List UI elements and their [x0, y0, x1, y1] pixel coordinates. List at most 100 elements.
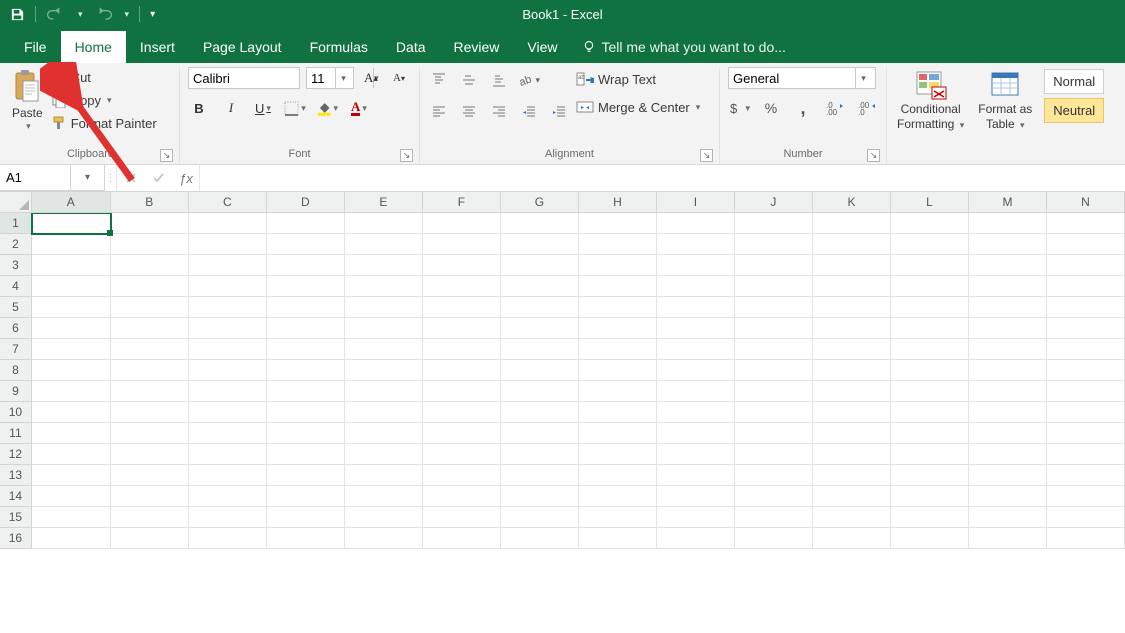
- tab-page-layout[interactable]: Page Layout: [189, 31, 296, 63]
- cell[interactable]: [579, 339, 657, 360]
- cell[interactable]: [345, 234, 423, 255]
- accounting-format-button[interactable]: $▾: [728, 97, 750, 119]
- cell[interactable]: [189, 528, 267, 549]
- cell[interactable]: [501, 402, 579, 423]
- style-neutral[interactable]: Neutral: [1044, 98, 1104, 123]
- cell[interactable]: [969, 486, 1047, 507]
- cell[interactable]: [501, 234, 579, 255]
- cell[interactable]: [111, 381, 189, 402]
- cell[interactable]: [345, 402, 423, 423]
- cell[interactable]: [345, 423, 423, 444]
- cell[interactable]: [1047, 213, 1125, 234]
- cell[interactable]: [111, 213, 189, 234]
- cell[interactable]: [735, 339, 813, 360]
- cell[interactable]: [32, 339, 111, 360]
- enter-formula-button[interactable]: [145, 165, 173, 191]
- cell[interactable]: [969, 276, 1047, 297]
- cell[interactable]: [813, 255, 891, 276]
- tab-formulas[interactable]: Formulas: [296, 31, 382, 63]
- chevron-down-icon[interactable]: ▾: [335, 68, 351, 88]
- cell[interactable]: [111, 402, 189, 423]
- cell[interactable]: [189, 318, 267, 339]
- cell[interactable]: [501, 507, 579, 528]
- name-box[interactable]: ▾: [0, 165, 105, 191]
- cell[interactable]: [111, 318, 189, 339]
- row-header[interactable]: 12: [0, 444, 32, 465]
- cell[interactable]: [891, 339, 969, 360]
- font-name-combo[interactable]: ▾: [188, 67, 300, 89]
- cell[interactable]: [501, 339, 579, 360]
- cell[interactable]: [1047, 381, 1125, 402]
- cell[interactable]: [1047, 318, 1125, 339]
- cell[interactable]: [969, 423, 1047, 444]
- cell[interactable]: [501, 465, 579, 486]
- cell[interactable]: [657, 318, 735, 339]
- cell[interactable]: [735, 297, 813, 318]
- cell[interactable]: [189, 297, 267, 318]
- cell[interactable]: [813, 465, 891, 486]
- row-header[interactable]: 7: [0, 339, 32, 360]
- cell[interactable]: [501, 297, 579, 318]
- italic-button[interactable]: I: [220, 97, 242, 119]
- cell[interactable]: [579, 360, 657, 381]
- row-header[interactable]: 5: [0, 297, 32, 318]
- cell[interactable]: [189, 213, 267, 234]
- cell[interactable]: [579, 213, 657, 234]
- cell[interactable]: [579, 234, 657, 255]
- cell[interactable]: [891, 297, 969, 318]
- cell[interactable]: [32, 381, 111, 402]
- cell[interactable]: [891, 486, 969, 507]
- cell[interactable]: [891, 402, 969, 423]
- column-header[interactable]: E: [345, 192, 423, 213]
- cell[interactable]: [891, 423, 969, 444]
- wrap-text-button[interactable]: ab Wrap Text: [576, 69, 700, 89]
- cell[interactable]: [111, 255, 189, 276]
- cell[interactable]: [501, 423, 579, 444]
- cell[interactable]: [111, 507, 189, 528]
- cell[interactable]: [735, 444, 813, 465]
- customize-qat-icon[interactable]: ▾: [150, 9, 155, 20]
- cell[interactable]: [189, 423, 267, 444]
- formula-bar-grip[interactable]: ⋮: [105, 165, 117, 191]
- cell[interactable]: [189, 234, 267, 255]
- cell[interactable]: [579, 444, 657, 465]
- redo-icon[interactable]: [93, 7, 113, 21]
- cell[interactable]: [891, 213, 969, 234]
- cell[interactable]: [423, 444, 501, 465]
- cell[interactable]: [1047, 528, 1125, 549]
- cell[interactable]: [813, 276, 891, 297]
- column-header[interactable]: F: [423, 192, 501, 213]
- cell[interactable]: [579, 297, 657, 318]
- fill-color-button[interactable]: ▾: [316, 97, 338, 119]
- cell[interactable]: [891, 318, 969, 339]
- cell[interactable]: [735, 507, 813, 528]
- cell[interactable]: [1047, 465, 1125, 486]
- cell[interactable]: [423, 402, 501, 423]
- cell[interactable]: [657, 234, 735, 255]
- cell[interactable]: [657, 465, 735, 486]
- cell[interactable]: [1047, 402, 1125, 423]
- conditional-formatting-button[interactable]: Conditional Formatting ▾: [895, 67, 966, 133]
- cell[interactable]: [657, 381, 735, 402]
- cell[interactable]: [189, 276, 267, 297]
- cell[interactable]: [1047, 507, 1125, 528]
- cell[interactable]: [423, 507, 501, 528]
- bold-button[interactable]: B: [188, 97, 210, 119]
- cell[interactable]: [501, 528, 579, 549]
- row-header[interactable]: 3: [0, 255, 32, 276]
- copy-button[interactable]: Copy ▾: [51, 90, 157, 110]
- cell[interactable]: [657, 255, 735, 276]
- cell[interactable]: [423, 318, 501, 339]
- cell[interactable]: [267, 255, 345, 276]
- cell[interactable]: [345, 381, 423, 402]
- row-header[interactable]: 15: [0, 507, 32, 528]
- font-size-input[interactable]: [307, 68, 335, 88]
- cell[interactable]: [189, 255, 267, 276]
- tab-home[interactable]: Home: [61, 31, 126, 63]
- cell[interactable]: [32, 213, 111, 234]
- column-header[interactable]: N: [1047, 192, 1125, 213]
- cell[interactable]: [111, 423, 189, 444]
- cell[interactable]: [735, 360, 813, 381]
- cell[interactable]: [267, 528, 345, 549]
- cell[interactable]: [32, 255, 111, 276]
